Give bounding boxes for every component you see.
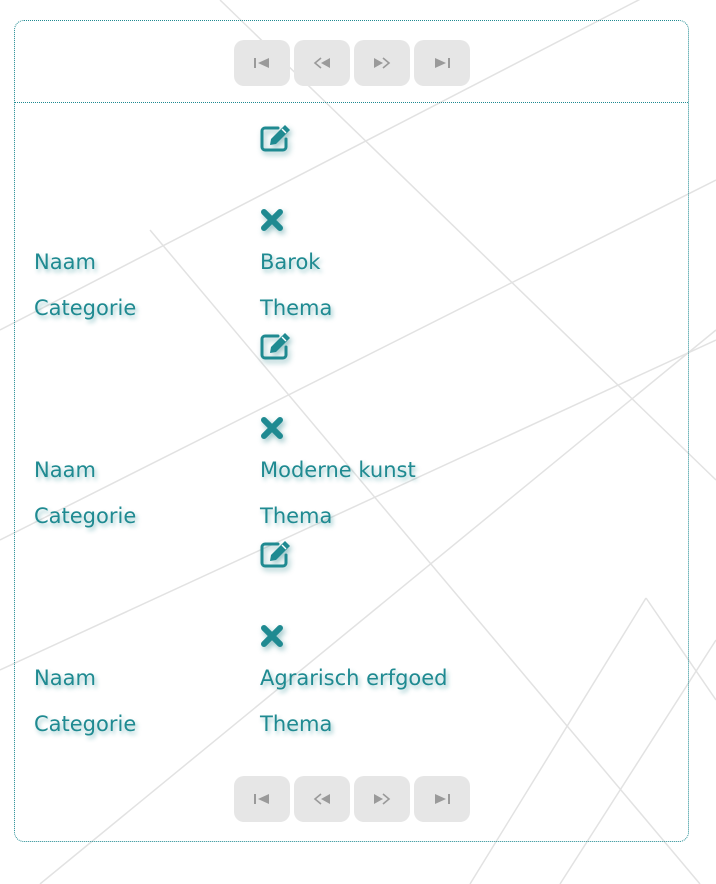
skip-previous-icon xyxy=(313,793,330,805)
categorie-label: Categorie xyxy=(34,712,137,736)
categorie-value: Thema xyxy=(260,504,333,528)
first-page-button[interactable] xyxy=(234,40,290,86)
skip-next-icon xyxy=(374,57,391,69)
delete-x-icon xyxy=(261,417,283,439)
edit-icon xyxy=(260,125,290,152)
pager-top xyxy=(234,40,470,86)
categorie-label: Categorie xyxy=(34,504,137,528)
categorie-label: Categorie xyxy=(34,296,137,320)
naam-value: Agrarisch erfgoed xyxy=(260,666,448,690)
delete-x-icon xyxy=(261,209,283,231)
delete-button[interactable] xyxy=(258,412,294,444)
previous-page-button[interactable] xyxy=(294,776,350,822)
pager-bottom xyxy=(234,776,470,822)
naam-value: Moderne kunst xyxy=(260,458,416,482)
last-page-button[interactable] xyxy=(414,40,470,86)
skip-last-icon xyxy=(435,794,450,804)
header-divider xyxy=(14,102,688,103)
delete-button[interactable] xyxy=(258,620,294,652)
skip-previous-icon xyxy=(313,57,330,69)
edit-icon xyxy=(260,333,290,360)
skip-first-icon xyxy=(254,58,269,68)
next-page-button[interactable] xyxy=(354,40,410,86)
skip-first-icon xyxy=(254,794,269,804)
naam-label: Naam xyxy=(34,666,96,690)
next-page-button[interactable] xyxy=(354,776,410,822)
delete-x-icon xyxy=(261,625,283,647)
categorie-value: Thema xyxy=(260,712,333,736)
edit-button[interactable] xyxy=(258,330,294,362)
skip-next-icon xyxy=(374,793,391,805)
delete-button[interactable] xyxy=(258,204,294,236)
edit-icon xyxy=(260,541,290,568)
categorie-value: Thema xyxy=(260,296,333,320)
edit-button[interactable] xyxy=(258,122,294,154)
skip-last-icon xyxy=(435,58,450,68)
naam-value: Barok xyxy=(260,250,321,274)
naam-label: Naam xyxy=(34,458,96,482)
last-page-button[interactable] xyxy=(414,776,470,822)
naam-label: Naam xyxy=(34,250,96,274)
edit-button[interactable] xyxy=(258,538,294,570)
previous-page-button[interactable] xyxy=(294,40,350,86)
first-page-button[interactable] xyxy=(234,776,290,822)
